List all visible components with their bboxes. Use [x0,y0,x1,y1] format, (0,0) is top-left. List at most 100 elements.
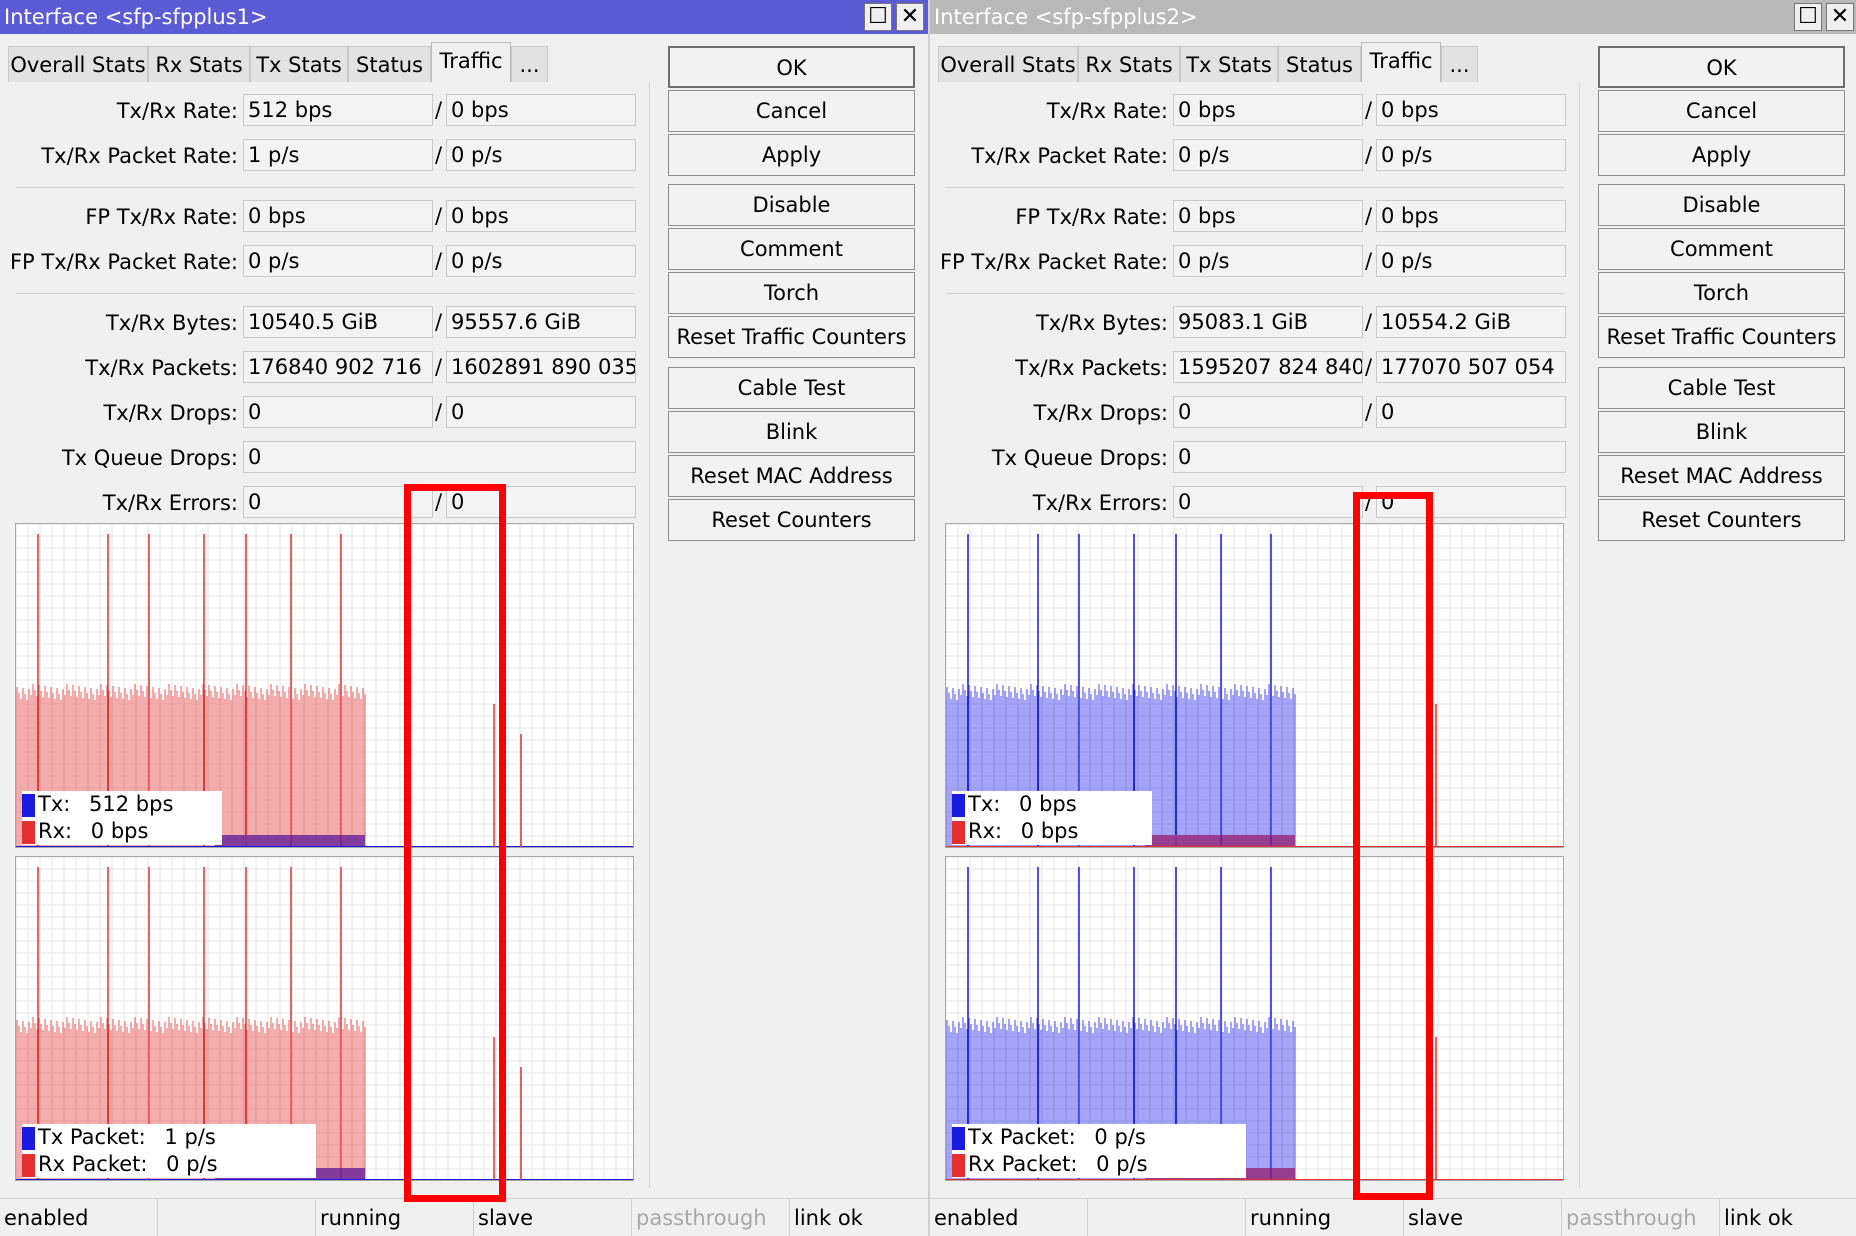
torch-button[interactable]: Torch [1598,272,1845,314]
tx-packets-field[interactable]: 176840 902 716 [243,351,433,383]
maximize-icon[interactable]: ☐ [1794,3,1822,31]
reset-counters-button[interactable]: Reset Counters [668,499,915,541]
status-empty [158,1199,316,1236]
window-titlebar[interactable]: Interface <sfp-sfpplus1> ☐ ✕ [0,0,928,34]
fp-rx-packet-rate-field[interactable]: 0 p/s [1376,245,1566,277]
rx-bytes-field[interactable]: 95557.6 GiB [446,306,636,338]
close-icon[interactable]: ✕ [1826,3,1854,31]
interface-window-sfp-sfpplus1: Interface <sfp-sfpplus1> ☐ ✕ Overall Sta… [0,0,928,1236]
comment-button[interactable]: Comment [1598,228,1845,270]
tx-drops-field[interactable]: 0 [243,396,433,428]
tab-more[interactable]: ... [511,46,548,82]
tab-overall-stats[interactable]: Overall Stats [8,46,148,82]
window-titlebar[interactable]: Interface <sfp-sfpplus2> ☐ ✕ [930,0,1856,34]
fp-tx-rate-field[interactable]: 0 bps [1173,200,1363,232]
legend-tx: Tx Packet: 0 p/s [952,1124,1238,1151]
traffic-bits-graph: Tx: 0 bps Rx: 0 bps [945,523,1564,848]
reset-mac-address-button[interactable]: Reset MAC Address [1598,455,1845,497]
separator-slash: / [435,355,443,379]
tx-packet-rate-field[interactable]: 0 p/s [1173,139,1363,171]
fp-packet-rate-label: FP Tx/Rx Packet Rate: [939,250,1168,274]
fp-tx-packet-rate-field[interactable]: 0 p/s [1173,245,1363,277]
rx-errors-field[interactable]: 0 [446,486,636,518]
tx-packets-field[interactable]: 1595207 824 840 [1173,351,1363,383]
tx-bytes-field[interactable]: 10540.5 GiB [243,306,433,338]
blink-button[interactable]: Blink [1598,411,1845,453]
rx-packet-rate-field[interactable]: 0 p/s [1376,139,1566,171]
separator-slash: / [435,400,443,424]
cable-test-button[interactable]: Cable Test [1598,367,1845,409]
tab-tx-stats[interactable]: Tx Stats [250,46,348,82]
fp-tx-packet-rate-field[interactable]: 0 p/s [243,245,433,277]
tab-status[interactable]: Status [1278,46,1361,82]
divider [946,187,1564,188]
separator-slash: / [1365,490,1373,514]
legend-rx: Rx: 0 bps [952,818,1144,845]
bytes-label: Tx/Rx Bytes: [1035,311,1168,335]
tx-errors-field[interactable]: 0 [243,486,433,518]
separator-slash: / [435,249,443,273]
rx-errors-field[interactable]: 0 [1376,486,1566,518]
status-slave: slave [474,1199,632,1236]
reset-traffic-counters-button[interactable]: Reset Traffic Counters [1598,316,1845,358]
legend-tx: Tx: 0 bps [952,791,1144,818]
status-empty [1088,1199,1246,1236]
reset-traffic-counters-button[interactable]: Reset Traffic Counters [668,316,915,358]
rx-rate-field[interactable]: 0 bps [1376,94,1566,126]
tab-overall-stats[interactable]: Overall Stats [938,46,1078,82]
tx-queue-drops-field[interactable]: 0 [1173,441,1566,473]
status-running: running [1246,1199,1404,1236]
tx-packet-rate-field[interactable]: 1 p/s [243,139,433,171]
rx-packet-rate-field[interactable]: 0 p/s [446,139,636,171]
cancel-button[interactable]: Cancel [1598,90,1845,132]
tab-rx-stats[interactable]: Rx Stats [148,46,250,82]
tab-tx-stats[interactable]: Tx Stats [1180,46,1278,82]
comment-button[interactable]: Comment [668,228,915,270]
fp-rx-packet-rate-field[interactable]: 0 p/s [446,245,636,277]
rx-packets-field[interactable]: 1602891 890 035 [446,351,636,383]
rx-drops-field[interactable]: 0 [1376,396,1566,428]
cable-test-button[interactable]: Cable Test [668,367,915,409]
fp-rx-rate-field[interactable]: 0 bps [446,200,636,232]
apply-button[interactable]: Apply [668,134,915,176]
legend-rx-value: 0 p/s [166,1152,218,1176]
rx-bytes-field[interactable]: 10554.2 GiB [1376,306,1566,338]
rx-packets-field[interactable]: 177070 507 054 [1376,351,1566,383]
close-icon[interactable]: ✕ [896,3,924,31]
tab-rx-stats[interactable]: Rx Stats [1078,46,1180,82]
rx-rate-field[interactable]: 0 bps [446,94,636,126]
legend-rx-label: Rx Packet: [968,1152,1078,1176]
reset-mac-address-button[interactable]: Reset MAC Address [668,455,915,497]
tab-traffic[interactable]: Traffic [1361,42,1441,83]
ok-button[interactable]: OK [668,46,915,88]
tx-drops-field[interactable]: 0 [1173,396,1363,428]
packet-rate-label: Tx/Rx Packet Rate: [971,144,1168,168]
tx-queue-drops-field[interactable]: 0 [243,441,636,473]
apply-button[interactable]: Apply [1598,134,1845,176]
torch-button[interactable]: Torch [668,272,915,314]
fp-tx-rate-field[interactable]: 0 bps [243,200,433,232]
separator-slash: / [1365,204,1373,228]
legend-tx-value: 1 p/s [164,1125,216,1149]
tx-errors-field[interactable]: 0 [1173,486,1363,518]
disable-button[interactable]: Disable [1598,184,1845,226]
blink-button[interactable]: Blink [668,411,915,453]
rx-swatch [952,1154,965,1177]
tx-rate-field[interactable]: 0 bps [1173,94,1363,126]
disable-button[interactable]: Disable [668,184,915,226]
traffic-bits-graph: Tx: 512 bps Rx: 0 bps [15,523,634,848]
tx-swatch [22,794,35,817]
tx-rate-field[interactable]: 512 bps [243,94,433,126]
reset-counters-button[interactable]: Reset Counters [1598,499,1845,541]
tab-more[interactable]: ... [1441,46,1478,82]
cancel-button[interactable]: Cancel [668,90,915,132]
fp-rx-rate-field[interactable]: 0 bps [1376,200,1566,232]
rx-drops-field[interactable]: 0 [446,396,636,428]
tx-bytes-field[interactable]: 95083.1 GiB [1173,306,1363,338]
tab-status[interactable]: Status [348,46,431,82]
maximize-icon[interactable]: ☐ [864,3,892,31]
tab-traffic[interactable]: Traffic [431,42,511,83]
window-title: Interface <sfp-sfpplus2> [934,5,1198,29]
ok-button[interactable]: OK [1598,46,1845,88]
separator-slash: / [435,98,443,122]
